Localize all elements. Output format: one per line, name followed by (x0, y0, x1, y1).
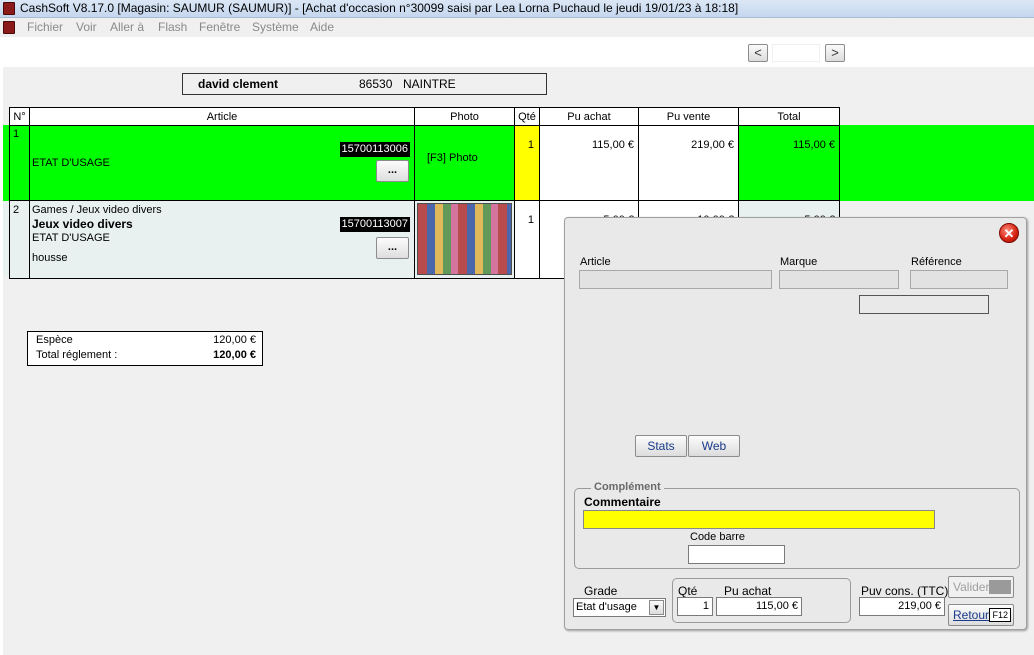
col-header-article[interactable]: Article (29, 107, 415, 126)
article-cell[interactable]: 15700113006 ETAT D'USAGE ... (29, 125, 415, 201)
puv-input[interactable]: 219,00 € (859, 597, 945, 616)
window-titlebar: CashSoft V8.17.0 [Magasin: SAUMUR (SAUMU… (0, 0, 1034, 18)
product-photo[interactable] (417, 203, 512, 275)
espece-value: 120,00 € (213, 334, 256, 346)
qty-cell[interactable]: 1 (514, 200, 540, 279)
total-reglement-value: 120,00 € (213, 349, 256, 361)
payment-row-espece: Espèce 120,00 € (36, 334, 256, 349)
menu-voir[interactable]: Voir (76, 18, 97, 37)
chevron-down-icon[interactable]: ▼ (649, 600, 664, 615)
col-header-num[interactable]: N° (9, 107, 30, 126)
menu-fenetre[interactable]: Fenêtre (199, 18, 240, 37)
qte-label: Qté (678, 584, 698, 598)
valider-label: Valider (953, 580, 990, 594)
prev-button[interactable]: < (748, 44, 768, 62)
marque-field[interactable] (779, 270, 899, 289)
article-state: ETAT D'USAGE (32, 157, 110, 169)
photo-cell[interactable] (414, 200, 515, 279)
grade-value: Etat d'usage (576, 601, 637, 613)
pu-achat-input[interactable]: 115,00 € (716, 597, 802, 616)
qte-input[interactable]: 1 (677, 597, 713, 616)
espece-label: Espèce (36, 334, 73, 346)
f12-hint: F12 (989, 608, 1011, 622)
complement-group: Complément Commentaire Code barre (574, 481, 1020, 569)
col-header-pu-achat[interactable]: Pu achat (539, 107, 639, 126)
photo-cell[interactable]: [F3] Photo (414, 125, 515, 201)
app-icon (3, 2, 15, 15)
client-city: NAINTRE (403, 77, 456, 91)
reference-field[interactable] (910, 270, 1008, 289)
menu-aller-a[interactable]: Aller à (110, 18, 144, 37)
menu-fichier[interactable]: Fichier (27, 18, 63, 37)
code-barre-label: Code barre (690, 531, 746, 543)
retour-button[interactable]: Retour F12 (948, 604, 1014, 626)
puv-label: Puv cons. (TTC) (861, 584, 949, 598)
window-title: CashSoft V8.17.0 [Magasin: SAUMUR (SAUMU… (20, 1, 739, 15)
reference-label: Référence (911, 256, 962, 268)
valider-key-badge (989, 580, 1011, 594)
row-1-highlight (839, 125, 1034, 201)
article-field[interactable] (579, 270, 772, 289)
pu-achat-cell[interactable]: 115,00 € (539, 125, 639, 201)
grade-label: Grade (584, 584, 618, 598)
pu-vente-cell[interactable]: 219,00 € (638, 125, 739, 201)
pu-achat-value: 115,00 € (591, 139, 634, 151)
menu-systeme[interactable]: Système (252, 18, 299, 37)
col-header-qty[interactable]: Qté (514, 107, 540, 126)
complement-title: Complément (591, 481, 664, 493)
article-dialog: ✕ Article Marque Référence Stats Web Com… (564, 217, 1027, 630)
article-category: Games / Jeux video divers (32, 204, 162, 216)
toolbar (0, 37, 1034, 67)
client-postcode: 86530 (359, 77, 393, 91)
app-menu-icon[interactable] (3, 21, 15, 34)
valider-button[interactable]: Valider (948, 576, 1014, 598)
row-num-cell: 2 (9, 200, 30, 279)
menu-aide[interactable]: Aide (310, 18, 334, 37)
article-label: Article (580, 256, 611, 268)
total-cell: 115,00 € (738, 125, 840, 201)
qty-value: 1 (527, 139, 534, 151)
pu-vente-value: 219,00 € (691, 139, 734, 151)
photo-hint: [F3] Photo (427, 152, 478, 164)
total-value: 115,00 € (792, 139, 835, 151)
menu-flash[interactable]: Flash (158, 18, 187, 37)
col-header-total[interactable]: Total (738, 107, 840, 126)
article-details-button[interactable]: ... (376, 237, 409, 259)
stats-button[interactable]: Stats (635, 435, 687, 457)
col-header-photo[interactable]: Photo (414, 107, 515, 126)
grade-select[interactable]: Etat d'usage ▼ (573, 598, 666, 617)
article-details-button[interactable]: ... (376, 160, 409, 182)
article-cell[interactable]: Games / Jeux video divers Jeux video div… (29, 200, 415, 279)
qty-cell[interactable]: 1 (514, 125, 540, 201)
marque-label: Marque (780, 256, 818, 268)
barcode: 15700113006 (339, 142, 410, 157)
commentaire-label: Commentaire (584, 495, 661, 509)
row-num-cell: 1 (9, 125, 30, 201)
purchase-group: Qté 1 Pu achat 115,00 € (672, 578, 851, 623)
commentaire-input[interactable] (583, 510, 935, 529)
client-name: david clement (198, 77, 279, 91)
article-title: Jeux video divers (32, 217, 133, 231)
article-state: ETAT D'USAGE (32, 232, 110, 244)
page-field[interactable] (772, 44, 820, 62)
client-info: david clement 86530 NAINTRE (182, 73, 547, 95)
menu-bar: Fichier Voir Aller à Flash Fenêtre Systè… (0, 18, 1034, 37)
payment-summary: Espèce 120,00 € Total réglement : 120,00… (27, 331, 263, 366)
qty-value: 1 (527, 214, 534, 226)
table-row[interactable]: 1 15700113006 ETAT D'USAGE ... [F3] Phot… (9, 125, 840, 201)
retour-label: Retour (953, 608, 990, 622)
barcode: 15700113007 (339, 217, 410, 232)
col-header-pu-vente[interactable]: Pu vente (638, 107, 739, 126)
payment-row-total: Total réglement : 120,00 € (36, 349, 256, 364)
total-label: Total réglement : (36, 349, 118, 361)
web-button[interactable]: Web (688, 435, 740, 457)
code-barre-input[interactable] (688, 545, 785, 564)
row-num: 2 (13, 204, 20, 216)
row-num: 1 (13, 128, 20, 140)
article-note: housse (32, 252, 68, 264)
pu-achat-label: Pu achat (724, 584, 772, 598)
close-icon[interactable]: ✕ (999, 223, 1019, 243)
reference-sub-field[interactable] (859, 295, 989, 314)
next-button[interactable]: > (825, 44, 845, 62)
